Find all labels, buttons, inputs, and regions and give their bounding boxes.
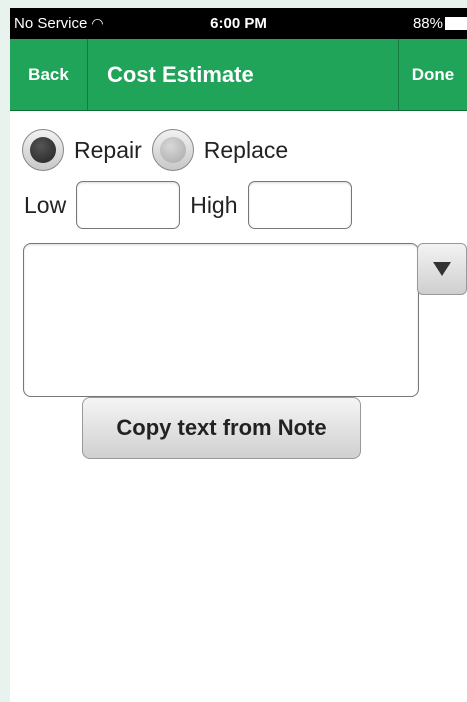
form-content: Repair Replace Low High Copy text from N… bbox=[10, 110, 467, 702]
estimate-type-radio-group: Repair Replace bbox=[22, 129, 298, 171]
replace-label: Replace bbox=[203, 136, 289, 163]
replace-radio[interactable] bbox=[151, 129, 194, 171]
battery-icon bbox=[445, 17, 467, 30]
low-cost-input[interactable] bbox=[76, 181, 181, 229]
cost-range-row: Low High bbox=[24, 180, 362, 230]
note-dropdown-button[interactable] bbox=[417, 243, 467, 295]
high-cost-input[interactable] bbox=[247, 181, 352, 229]
navigation-bar: Back Cost Estimate Done bbox=[10, 39, 467, 111]
status-bar: No Service ◠ 6:00 PM 88% bbox=[10, 8, 467, 39]
radio-unselected-dot bbox=[159, 137, 186, 163]
done-button[interactable]: Done bbox=[398, 39, 467, 110]
low-label: Low bbox=[24, 191, 67, 218]
radio-selected-dot bbox=[30, 137, 56, 163]
back-button[interactable]: Back bbox=[10, 39, 88, 110]
page-title: Cost Estimate bbox=[107, 62, 254, 87]
battery-percentage: 88% bbox=[412, 15, 443, 32]
app-screen: No Service ◠ 6:00 PM 88% Back Cost Estima… bbox=[10, 8, 467, 702]
estimate-note-textarea[interactable] bbox=[23, 243, 419, 397]
status-time: 6:00 PM bbox=[210, 15, 267, 32]
repair-label: Repair bbox=[74, 136, 142, 163]
repair-radio[interactable] bbox=[22, 129, 64, 171]
high-label: High bbox=[190, 191, 238, 218]
copy-text-from-note-button[interactable]: Copy text from Note bbox=[82, 397, 361, 459]
triangle-down-icon bbox=[433, 262, 451, 276]
